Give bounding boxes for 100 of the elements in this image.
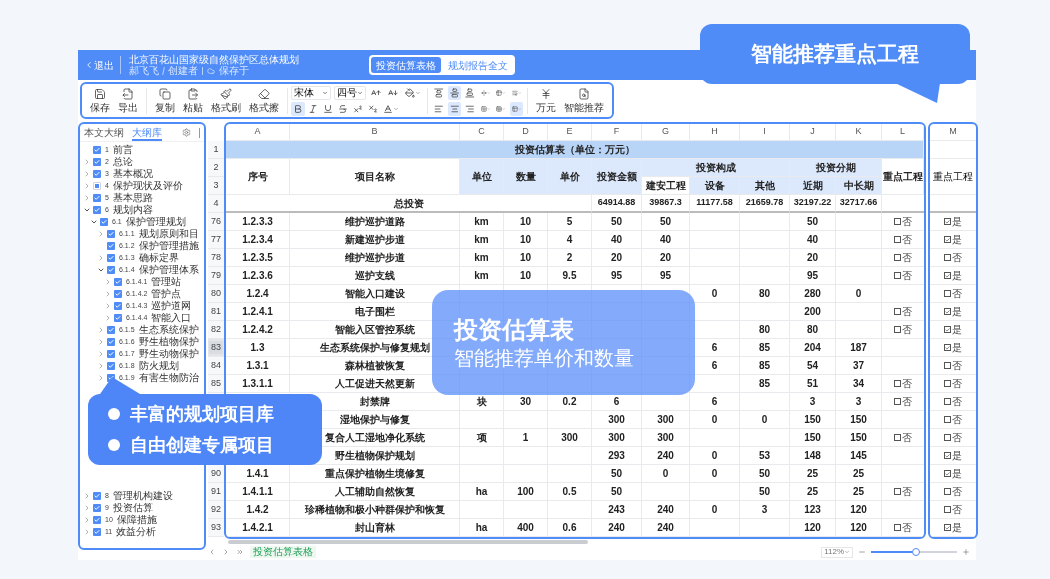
checkbox-label: 否 bbox=[902, 216, 912, 227]
table-cell-text: 0 bbox=[855, 287, 862, 301]
checkbox-label: 是 bbox=[952, 522, 962, 533]
row-number: 3 bbox=[208, 177, 224, 195]
outline-label[interactable]: 效益分析 bbox=[116, 526, 157, 538]
row-number[interactable]: 83 bbox=[209, 340, 223, 355]
checkbox-label: 否 bbox=[952, 288, 962, 299]
outline-label[interactable]: 前言 bbox=[112, 144, 133, 156]
panel-tab[interactable]: 大纲库 bbox=[132, 124, 162, 141]
outline-label[interactable]: 基本思路 bbox=[112, 192, 153, 204]
outline-label[interactable]: 规划原则和目 bbox=[138, 228, 199, 240]
outline-label[interactable]: 总论 bbox=[112, 156, 133, 168]
outline-label[interactable]: 生态系统保护 bbox=[138, 324, 199, 336]
table-cell-text: 珍稀植物和极小种群保护和恢复 bbox=[304, 503, 445, 517]
row-number[interactable]: 92 bbox=[209, 502, 223, 517]
outline-label[interactable]: 保障措施 bbox=[116, 514, 157, 526]
table-cell-text: 6 bbox=[711, 341, 718, 355]
table-cell-text: 80 bbox=[758, 323, 771, 337]
toolbar-button[interactable]: 导出 bbox=[114, 84, 142, 117]
checkbox-label: 否 bbox=[952, 432, 962, 443]
toolbar-button[interactable]: 智能推荐 bbox=[560, 84, 608, 117]
checkbox-label: 是 bbox=[952, 450, 962, 461]
outline-label[interactable]: 保护管理规划 bbox=[125, 216, 186, 228]
table-cell-text: 300 bbox=[608, 413, 625, 427]
callout-text: 智能推荐重点工程 bbox=[751, 41, 919, 68]
row-number[interactable]: 76 bbox=[209, 214, 223, 229]
row-number[interactable]: 93 bbox=[209, 520, 223, 535]
outline-label[interactable]: 野生动物保护 bbox=[138, 348, 199, 360]
checkbox-label: 是 bbox=[952, 342, 962, 353]
outline-label[interactable]: 规划内容 bbox=[112, 204, 153, 216]
toolbar-button[interactable]: 粘贴 bbox=[178, 84, 207, 117]
table-cell-text: 300 bbox=[608, 431, 625, 445]
row-number[interactable]: 91 bbox=[209, 484, 223, 499]
table-cell-text: 0 bbox=[761, 413, 768, 427]
callout-text: 智能推荐单价和数量 bbox=[454, 347, 635, 368]
outline-label[interactable]: 野生植物保护 bbox=[138, 336, 199, 348]
zoom-select[interactable]: 112% bbox=[821, 546, 853, 558]
table-cell-text: 复合人工湿地净化系统 bbox=[324, 431, 425, 445]
outline-label[interactable]: 智能入口 bbox=[151, 312, 192, 324]
table-cell-text: 1.4.1.1 bbox=[242, 485, 273, 499]
view-tab[interactable]: 规划报告全文 bbox=[443, 57, 513, 73]
outline-label[interactable]: 巡护道网 bbox=[151, 300, 192, 312]
table-cell-text: 120 bbox=[850, 503, 867, 517]
toolbar-button[interactable]: 保存 bbox=[86, 84, 114, 117]
table-cell-text: 85 bbox=[758, 359, 771, 373]
outline-label[interactable]: 管理站 bbox=[151, 276, 182, 288]
table-cell-text: 人工辅助自然恢复 bbox=[334, 485, 415, 499]
row-number[interactable]: 77 bbox=[209, 232, 223, 247]
outline-label[interactable]: 保护管理措施 bbox=[138, 240, 199, 252]
table-cell-text: 85 bbox=[758, 377, 771, 391]
row-number[interactable]: 82 bbox=[209, 322, 223, 337]
table-cell-text: 40 bbox=[610, 233, 623, 247]
table-cell-text: 10 bbox=[519, 233, 532, 247]
font-family-select[interactable]: 宋体 bbox=[291, 85, 332, 100]
outline-label[interactable]: 确标定界 bbox=[138, 252, 179, 264]
row-number[interactable]: 80 bbox=[209, 286, 223, 301]
table-title: 投资估算表（单位：万元） bbox=[226, 141, 924, 159]
outline-label[interactable]: 基本概况 bbox=[112, 168, 153, 180]
column-heading: 单位 bbox=[460, 159, 504, 195]
table-cell-text: 3 bbox=[855, 395, 862, 409]
font-size-select[interactable]: 四号 bbox=[334, 85, 367, 100]
table-cell-text: 50 bbox=[758, 485, 771, 499]
toolbar-button[interactable]: 万元 bbox=[532, 84, 560, 117]
panel-tab[interactable]: 本文大纲 bbox=[84, 124, 124, 141]
toolbar-button[interactable]: 格式擦 bbox=[244, 84, 283, 117]
checkbox-label: 否 bbox=[952, 360, 962, 371]
toolbar-button[interactable]: 格式刷 bbox=[206, 84, 245, 117]
outline-label[interactable]: 保护现状及评价 bbox=[112, 180, 183, 192]
table-cell-text: 243 bbox=[608, 503, 625, 517]
row-number[interactable]: 85 bbox=[209, 376, 223, 391]
table-cell-text: 240 bbox=[657, 503, 674, 517]
outline-label[interactable]: 管护点 bbox=[151, 288, 182, 300]
author-name: 郝飞飞 bbox=[129, 65, 159, 76]
outline-label[interactable]: 投资估算 bbox=[112, 502, 153, 514]
checkbox-label: 否 bbox=[952, 504, 962, 515]
outline-label[interactable]: 防火规划 bbox=[138, 360, 179, 372]
checkbox-label: 否 bbox=[902, 432, 912, 443]
table-cell-text: 0.6 bbox=[562, 521, 577, 535]
outline-label[interactable]: 保护管理体系 bbox=[138, 264, 199, 276]
table-cell-text: 巡护支线 bbox=[354, 269, 395, 283]
row-number[interactable]: 90 bbox=[209, 466, 223, 481]
table-cell-text: 150 bbox=[804, 431, 821, 445]
table-cell-text: 1.2.4.1 bbox=[242, 305, 273, 319]
table-cell-text: 1 bbox=[522, 431, 529, 445]
row-number[interactable]: 78 bbox=[209, 250, 223, 265]
checkbox-label: 否 bbox=[902, 378, 912, 389]
row-number[interactable]: 84 bbox=[209, 358, 223, 373]
outline-label[interactable]: 有害生物防治 bbox=[138, 372, 199, 384]
row-number[interactable]: 79 bbox=[209, 268, 223, 283]
callout-text: 丰富的规划项目库 bbox=[130, 402, 274, 426]
table-cell-text: 1.2.4.2 bbox=[242, 323, 273, 337]
table-cell: 32197.22 bbox=[790, 195, 836, 213]
table-cell-text: 1.2.3.4 bbox=[242, 233, 273, 247]
row-number[interactable]: 81 bbox=[209, 304, 223, 319]
outline-label[interactable]: 管理机构建设 bbox=[112, 490, 173, 502]
table-cell-text: 智能入区管控系统 bbox=[334, 323, 415, 337]
table-cell-text: 4 bbox=[566, 233, 573, 247]
table-cell-text: 1.3.1 bbox=[246, 359, 269, 373]
toolbar-button[interactable]: 复制 bbox=[150, 84, 179, 117]
callout-text: 自由创建专属项目 bbox=[130, 433, 274, 457]
